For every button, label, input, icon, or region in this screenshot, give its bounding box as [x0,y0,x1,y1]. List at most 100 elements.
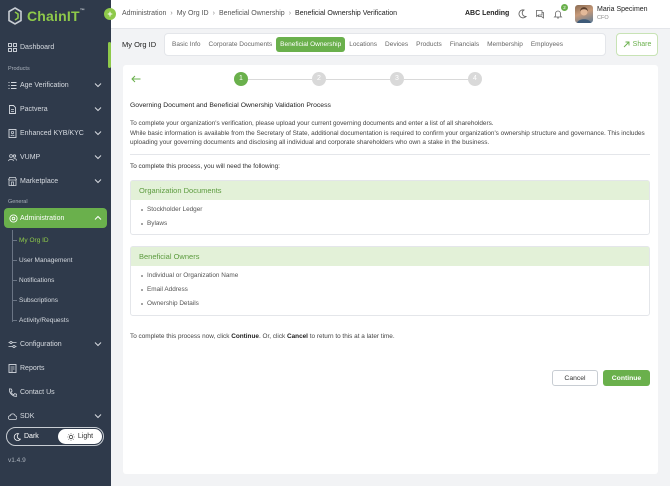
sliders-icon [8,340,17,348]
tab-locations[interactable]: Locations [345,37,381,52]
tab-employees[interactable]: Employees [527,37,567,52]
users-icon [8,153,17,161]
theme-dark-option[interactable]: Dark [13,432,39,441]
instructions-text: To complete this process now, click Cont… [130,333,395,340]
breadcrumb-item[interactable]: Administration [122,10,166,17]
submenu-tick [12,280,17,281]
submenu-item-subscriptions[interactable]: Subscriptions [19,297,58,304]
sidebar-item-label: Contact Us [20,388,55,396]
tab-devices[interactable]: Devices [381,37,412,52]
submenu-item-activity-requests[interactable]: Activity/Requests [19,317,69,324]
user-name[interactable]: Maria Specimen [597,6,648,13]
sidebar-item-label: Dashboard [20,43,55,51]
chevron-down-icon [94,179,102,184]
org-tabs: Basic Info Corporate Documents Beneficia… [164,33,606,56]
breadcrumb-item[interactable]: My Org ID [177,10,209,17]
theme-light-option[interactable]: Light [58,429,102,444]
chevron-down-icon [94,131,102,136]
sidebar-item-age-verification[interactable]: Age Verification [0,75,111,95]
section-label-products: Products [8,66,30,72]
step-3: 3 [390,72,404,86]
step-2: 2 [312,72,326,86]
store-icon [8,176,17,186]
app-version: v1.4.9 [8,457,26,464]
tab-products[interactable]: Products [412,37,446,52]
tab-basic-info[interactable]: Basic Info [168,37,205,52]
submenu-tick [12,320,17,321]
box-title: Organization Documents [131,181,649,200]
external-link-icon [623,41,630,48]
sidebar-item-dashboard[interactable]: Dashboard [0,37,111,57]
breadcrumb: Administration › My Org ID › Beneficial … [122,10,397,17]
sidebar-item-administration[interactable]: Administration [4,208,107,228]
cancel-button[interactable]: Cancel [552,370,598,386]
bullet-icon [141,288,143,291]
sidebar: ChainIT™ Dashboard Products Age Verifica… [0,0,111,486]
sidebar-item-label: Reports [20,364,45,372]
stepper-connector [326,79,390,80]
chat-icon[interactable] [535,9,545,19]
intro-text: To complete your organization's verifica… [130,119,650,148]
sidebar-item-vump[interactable]: VUMP [0,147,111,167]
share-label: Share [632,41,652,48]
submenu-tick [12,260,17,261]
sidebar-item-enhanced-kyb-kyc[interactable]: Enhanced KYB/KYC [0,123,111,143]
tab-membership[interactable]: Membership [483,37,527,52]
plus-icon: + [107,9,113,19]
tab-corporate-documents[interactable]: Corporate Documents [205,37,277,52]
submenu-item-user-management[interactable]: User Management [19,257,72,264]
process-title: Governing Document and Beneficial Owners… [130,102,331,109]
phone-icon [9,387,17,397]
theme-light-label: Light [77,433,94,440]
tab-financials[interactable]: Financials [446,37,483,52]
list-item: Stockholder Ledger [141,206,202,213]
share-button[interactable]: Share [616,33,658,56]
theme-dark-label: Dark [24,433,39,440]
chevron-right-icon: › [288,10,292,17]
sidebar-item-marketplace[interactable]: Marketplace [0,171,111,191]
chevron-down-icon [94,155,102,160]
continue-button[interactable]: Continue [603,370,650,386]
submenu-item-my-org-id[interactable]: My Org ID [19,237,49,244]
chevron-right-icon: › [212,10,215,17]
submenu-item-notifications[interactable]: Notifications [19,277,54,284]
chevron-down-icon [94,342,102,347]
sidebar-item-reports[interactable]: Reports [0,358,111,378]
step-1: 1 [234,72,248,86]
bullet-icon [141,302,143,305]
organization-documents-box: Organization Documents Stockholder Ledge… [130,180,650,235]
requirements-intro: To complete this process, you will need … [130,163,280,170]
sun-icon [67,432,75,441]
sidebar-item-label: Marketplace [20,177,59,185]
sidebar-item-label: VUMP [20,153,41,161]
avatar[interactable] [575,5,593,23]
bell-icon[interactable] [553,9,563,19]
step-4: 4 [468,72,482,86]
cloud-icon [8,413,17,420]
id-card-icon [8,128,17,138]
chevron-down-icon [94,107,102,112]
bullet-icon [141,222,143,225]
moon-icon[interactable] [517,9,527,19]
org-tabs-bar: My Org ID Basic Info Corporate Documents… [111,30,670,59]
list-item: Bylaws [141,220,167,227]
sidebar-collapse-button[interactable]: + [104,8,116,20]
list-item: Email Address [141,286,188,293]
sidebar-item-configuration[interactable]: Configuration [0,334,111,354]
org-name[interactable]: ABC Lending [465,10,509,17]
tab-beneficial-ownership[interactable]: Beneficial Ownership [276,37,346,52]
chainit-logo-icon [8,7,22,25]
brand-logo[interactable]: ChainIT™ [8,6,98,26]
sidebar-item-pactvera[interactable]: Pactvera [0,99,111,119]
grid-icon [8,42,17,52]
user-role: CFO [597,15,609,21]
sidebar-item-label: Enhanced KYB/KYC [20,129,84,137]
sidebar-item-sdk[interactable]: SDK [0,406,111,426]
submenu-tree-line [12,230,13,322]
breadcrumb-item[interactable]: Beneficial Ownership [219,10,285,17]
back-arrow-icon[interactable] [131,75,141,83]
sidebar-item-contact-us[interactable]: Contact Us [0,382,111,402]
verification-card: 1 2 3 4 Governing Document and Beneficia… [123,65,658,474]
stepper-connector [248,79,312,80]
divider [130,154,650,155]
